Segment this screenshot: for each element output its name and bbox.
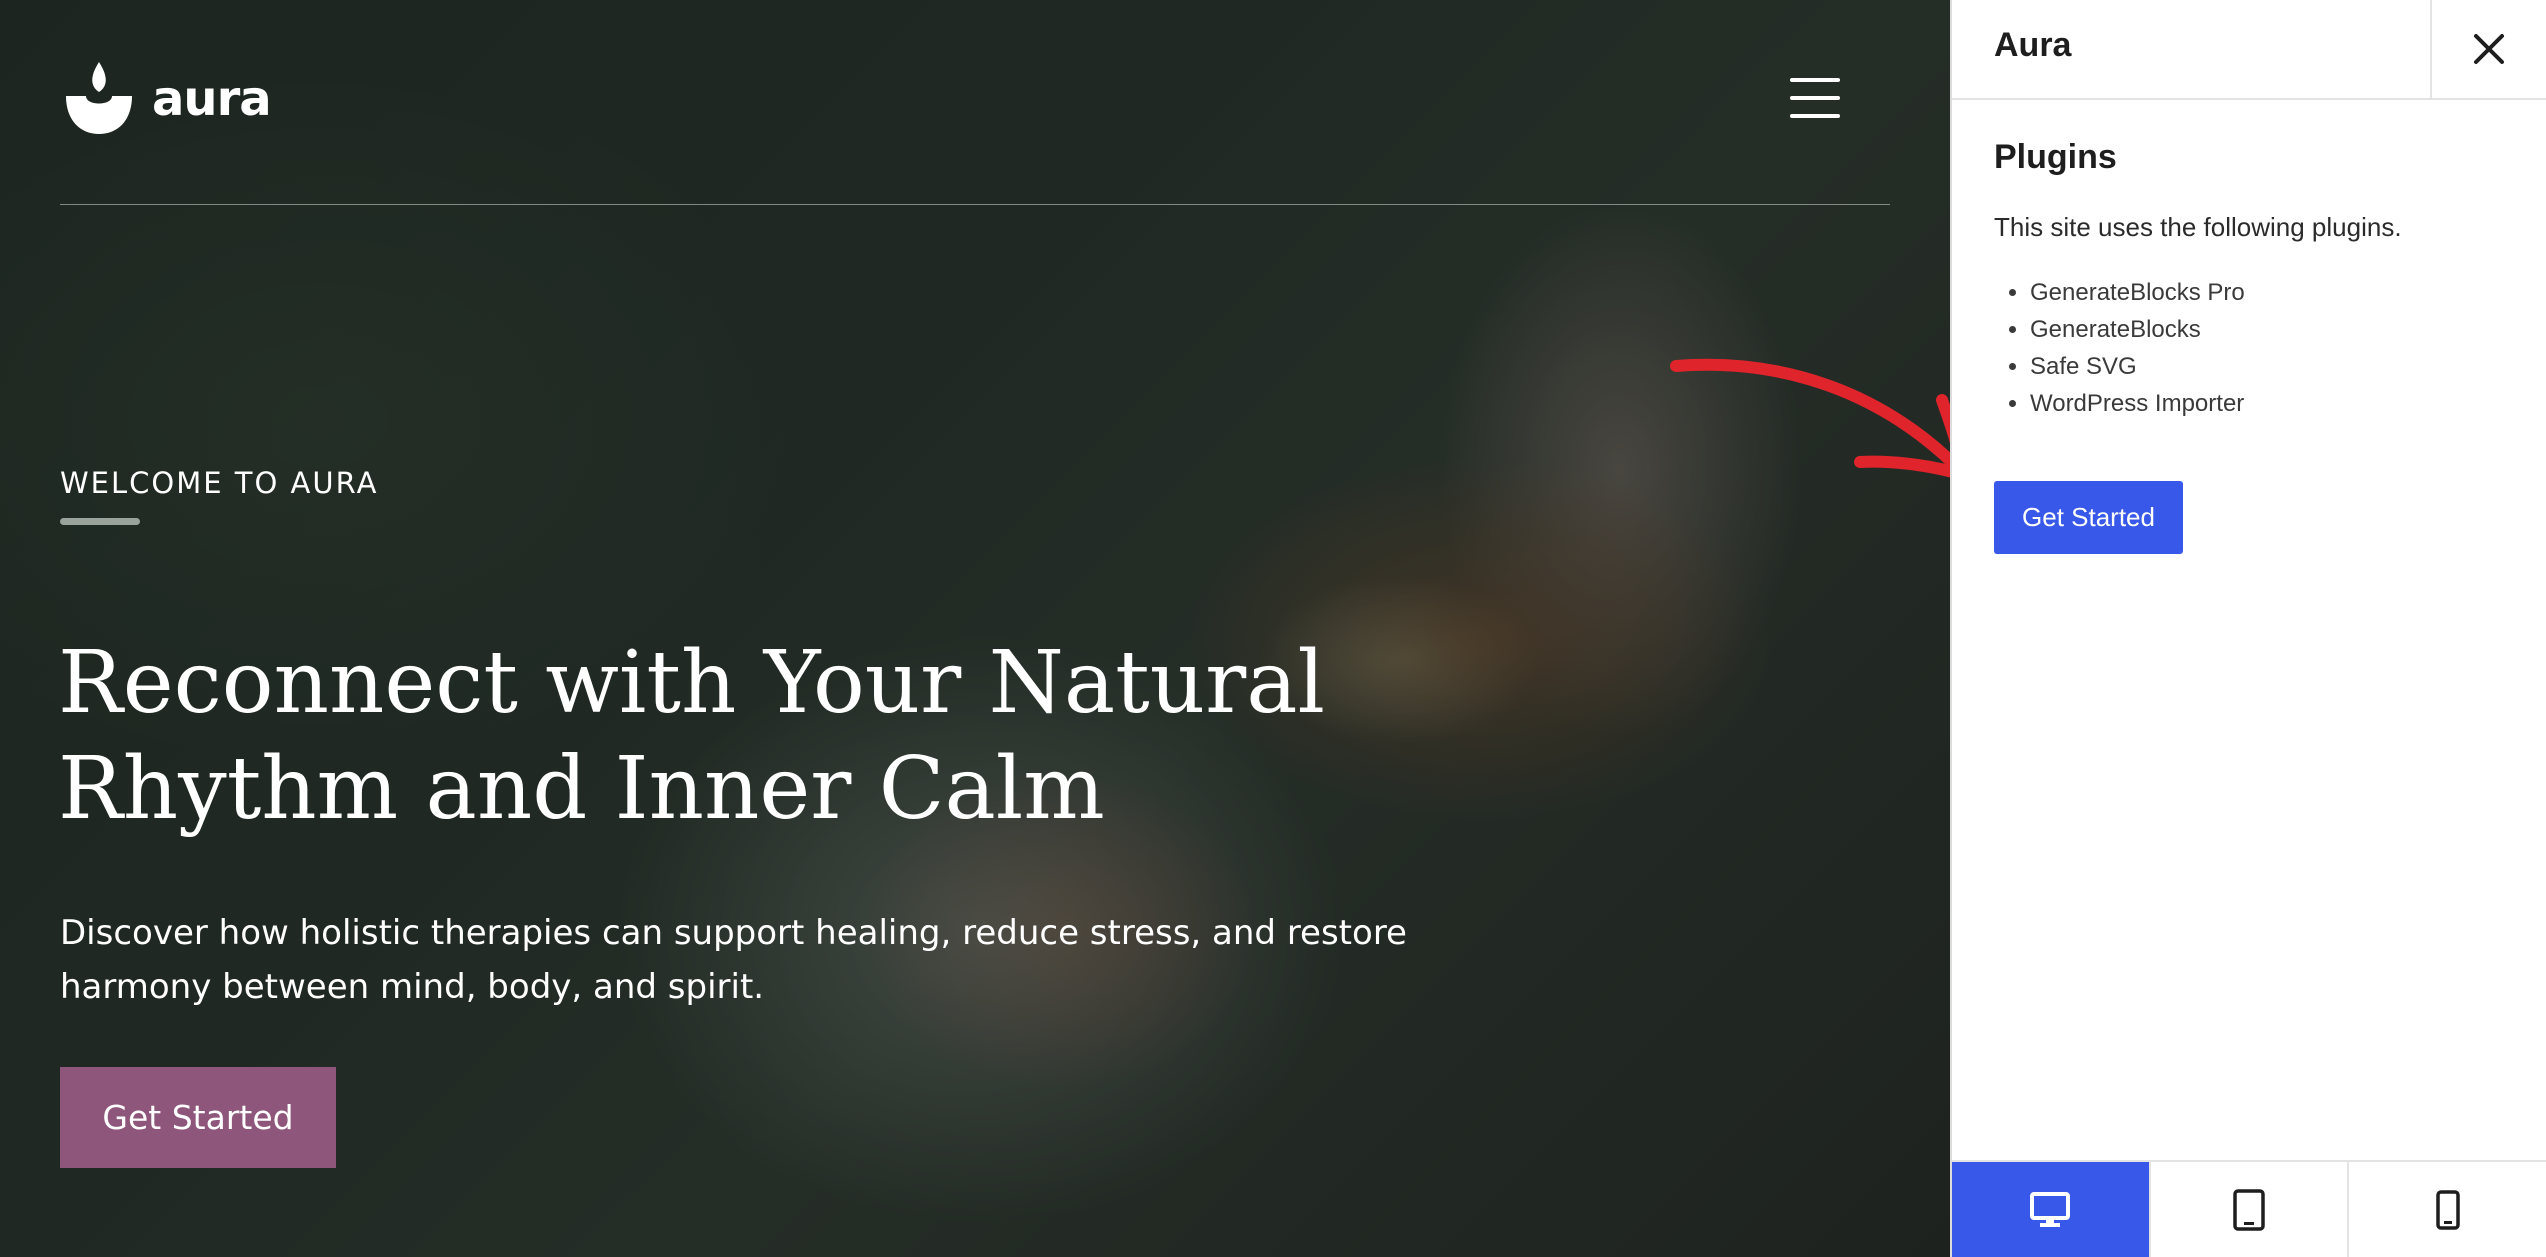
plugin-item: GenerateBlocks Pro bbox=[2030, 274, 2245, 311]
hero-get-started-button[interactable]: Get Started bbox=[60, 1067, 336, 1168]
eyebrow-text: WELCOME TO AURA bbox=[60, 466, 379, 500]
plugin-item: WordPress Importer bbox=[2030, 385, 2245, 422]
device-switcher bbox=[1952, 1160, 2546, 1257]
hero-title: Reconnect with Your Natural Rhythm and I… bbox=[58, 630, 1458, 842]
hero-title-line-1: Reconnect with Your Natural bbox=[58, 633, 1325, 733]
candle-logo-icon bbox=[66, 62, 132, 134]
red-arrow-annotation bbox=[1670, 358, 1950, 478]
site-info-panel: Aura Plugins This site uses the followin… bbox=[1950, 0, 2546, 1257]
header-divider bbox=[60, 204, 1890, 205]
panel-header: Aura bbox=[1952, 0, 2546, 100]
plugin-item: GenerateBlocks bbox=[2030, 311, 2245, 348]
eyebrow-underline bbox=[60, 518, 140, 525]
plugin-list: GenerateBlocks Pro GenerateBlocks Safe S… bbox=[1994, 274, 2245, 422]
mobile-icon bbox=[2435, 1189, 2460, 1230]
menu-icon[interactable] bbox=[1790, 78, 1842, 118]
panel-title: Aura bbox=[1994, 26, 2072, 64]
tablet-icon bbox=[2233, 1188, 2265, 1231]
hero-description: Discover how holistic therapies can supp… bbox=[60, 906, 1460, 1014]
logo-text: aura bbox=[152, 71, 272, 127]
panel-get-started-button[interactable]: Get Started bbox=[1994, 481, 2183, 554]
close-icon bbox=[2474, 34, 2504, 64]
hero-title-line-2: Rhythm and Inner Calm bbox=[58, 739, 1105, 839]
device-tablet-button[interactable] bbox=[2150, 1162, 2350, 1257]
plugins-heading: Plugins bbox=[1994, 138, 2117, 176]
site-preview: aura WELCOME TO AURA Reconnect with Your… bbox=[0, 0, 1950, 1257]
close-button[interactable] bbox=[2430, 0, 2546, 98]
site-logo[interactable]: aura bbox=[60, 60, 272, 138]
desktop-icon bbox=[2030, 1191, 2071, 1227]
device-desktop-button[interactable] bbox=[1952, 1162, 2151, 1257]
hero-description-line-1: Discover how holistic therapies can supp… bbox=[60, 913, 1407, 953]
device-mobile-button[interactable] bbox=[2349, 1162, 2546, 1257]
plugin-item: Safe SVG bbox=[2030, 348, 2245, 385]
plugins-description: This site uses the following plugins. bbox=[1994, 212, 2402, 242]
hero-description-line-2: harmony between mind, body, and spirit. bbox=[60, 967, 765, 1007]
